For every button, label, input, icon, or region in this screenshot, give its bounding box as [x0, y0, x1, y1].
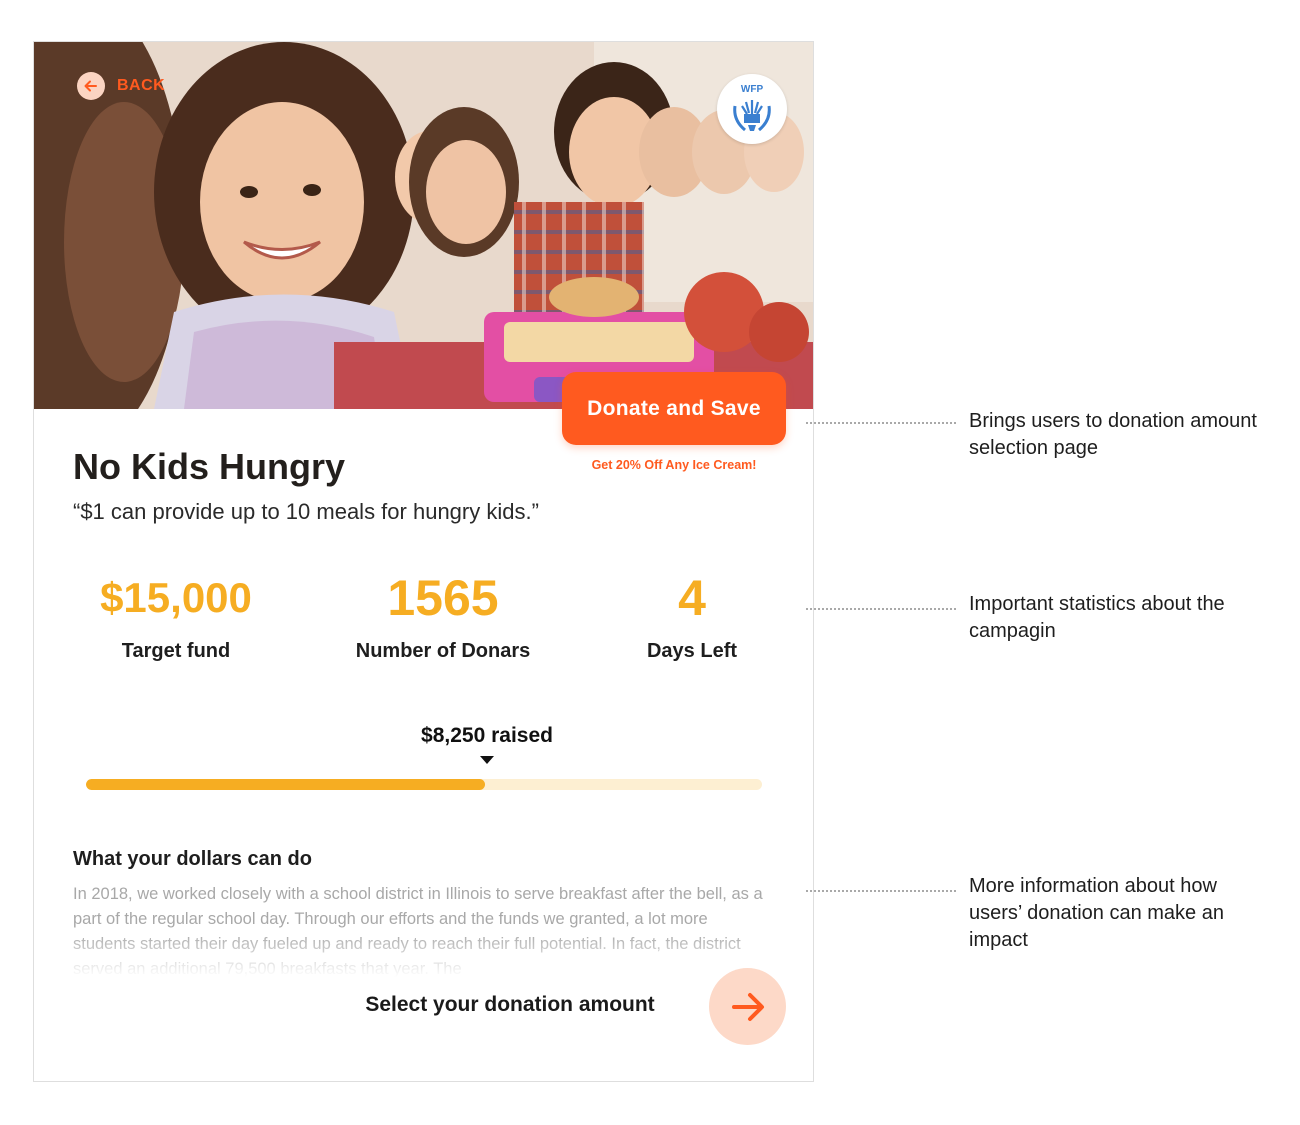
- campaign-quote: “$1 can provide up to 10 meals for hungr…: [73, 499, 539, 524]
- stat-label: Days Left: [646, 640, 738, 662]
- raised-amount-label: $8,250 raised: [421, 724, 553, 747]
- next-button[interactable]: [709, 968, 786, 1045]
- stat-number-of-donors: 1565 Number of Donars: [323, 570, 563, 663]
- promo-text: Get 20% Off Any Ice Cream!: [591, 458, 757, 472]
- annotation-donate: Brings users to donation amount selectio…: [969, 410, 1257, 459]
- text-fade-overlay: [34, 932, 813, 992]
- annotation-connector-stats: [806, 608, 956, 610]
- select-donation-amount-label[interactable]: Select your donation amount: [330, 993, 690, 1017]
- stat-label: Target fund: [121, 640, 231, 662]
- stat-value: $15,000: [100, 574, 252, 621]
- wfp-emblem-icon: [733, 99, 771, 131]
- arrow-right-icon: [731, 992, 764, 1021]
- stat-label: Number of Donars: [355, 640, 531, 662]
- progress-bar: [86, 779, 762, 790]
- annotation-info: More information about how users’ donati…: [969, 875, 1224, 951]
- wfp-logo-text: WFP: [740, 83, 764, 95]
- back-label: BACK: [117, 77, 166, 94]
- campaign-card: BACK WFP Donate and Save Get 20% Off Any…: [33, 41, 814, 1082]
- arrow-left-icon: [77, 72, 105, 100]
- hero-image: BACK WFP: [34, 42, 813, 409]
- campaign-title: No Kids Hungry: [73, 446, 346, 487]
- stat-target-fund: $15,000 Target fund: [76, 570, 276, 663]
- back-button[interactable]: BACK: [77, 72, 165, 100]
- caret-down-icon: [480, 756, 494, 764]
- annotation-connector-info: [806, 890, 956, 892]
- stat-value: 1565: [387, 570, 499, 626]
- wfp-logo: WFP: [717, 74, 787, 144]
- annotation-stats: Important statistics about the campagin: [969, 593, 1225, 642]
- info-heading: What your dollars can do: [73, 848, 312, 870]
- stat-days-left: 4 Days Left: [612, 570, 772, 663]
- stat-value: 4: [678, 570, 706, 626]
- donate-and-save-button[interactable]: Donate and Save: [562, 372, 786, 445]
- annotation-connector-donate: [806, 422, 956, 424]
- progress-bar-fill: [86, 779, 485, 790]
